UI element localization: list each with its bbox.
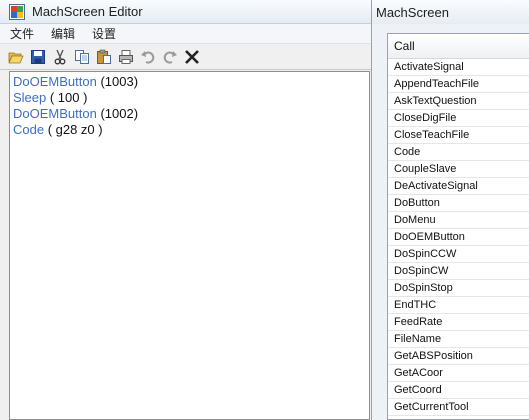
app-root: MachScreen Editor 文件 编辑 设置 DoOEMButton (… xyxy=(0,0,529,420)
code-line: DoOEMButton (1002) xyxy=(13,106,366,122)
call-list-item[interactable]: DoOEMButton xyxy=(388,229,529,246)
call-list-item[interactable]: CloseDigFile xyxy=(388,110,529,127)
call-list-item[interactable]: DoMenu xyxy=(388,212,529,229)
call-list-item[interactable]: DoSpinCW xyxy=(388,263,529,280)
call-list-item[interactable]: GetCoord xyxy=(388,382,529,399)
undo-button[interactable] xyxy=(139,48,157,66)
menu-edit[interactable]: 编辑 xyxy=(51,25,75,42)
call-list-item[interactable]: DoButton xyxy=(388,195,529,212)
call-list-item[interactable]: CloseTeachFile xyxy=(388,127,529,144)
call-column-header[interactable]: Call xyxy=(388,34,529,59)
save-icon xyxy=(31,49,45,64)
open-button[interactable] xyxy=(7,48,25,66)
code-keyword: DoOEMButton xyxy=(13,106,97,121)
call-list-item[interactable]: ActivateSignal xyxy=(388,59,529,76)
code-line: Code ( g28 z0 ) xyxy=(13,122,366,138)
open-icon xyxy=(8,52,24,63)
call-list-item[interactable]: AskTextQuestion xyxy=(388,93,529,110)
print-button[interactable] xyxy=(117,48,135,66)
editor-window: MachScreen Editor 文件 编辑 设置 DoOEMButton (… xyxy=(0,0,372,420)
copy-icon xyxy=(75,49,89,64)
code-keyword: DoOEMButton xyxy=(13,74,97,89)
redo-button[interactable] xyxy=(161,48,179,66)
call-list-item[interactable]: GetACoor xyxy=(388,365,529,382)
call-list-item[interactable]: EndTHC xyxy=(388,297,529,314)
menu-file[interactable]: 文件 xyxy=(10,25,34,42)
call-list[interactable]: Call ActivateSignal AppendTeachFile AskTex… xyxy=(387,33,529,420)
call-list-item[interactable]: DoSpinStop xyxy=(388,280,529,297)
call-list-item[interactable]: AppendTeachFile xyxy=(388,76,529,93)
call-list-item[interactable]: Code xyxy=(388,144,529,161)
code-keyword: Code xyxy=(13,122,45,137)
call-list-item[interactable]: GetABSPosition xyxy=(388,348,529,365)
code-args: ( 100 ) xyxy=(46,90,88,105)
cut-button[interactable] xyxy=(51,48,69,66)
code-args: ( g28 z0 ) xyxy=(44,122,103,137)
code-line: Sleep ( 100 ) xyxy=(13,90,366,106)
editor-title: MachScreen Editor xyxy=(32,4,143,19)
paste-icon xyxy=(97,49,111,64)
delete-icon xyxy=(185,49,199,64)
call-list-item[interactable]: CoupleSlave xyxy=(388,161,529,178)
code-args: (1002) xyxy=(96,106,139,121)
call-list-item[interactable]: DoSpinCCW xyxy=(388,246,529,263)
editor-title-bar[interactable]: MachScreen Editor xyxy=(0,0,371,24)
panel-title: MachScreen xyxy=(372,0,529,24)
call-rows: ActivateSignal AppendTeachFile AskTextQues… xyxy=(388,59,529,416)
toolbar xyxy=(0,44,371,70)
call-list-item[interactable]: FeedRate xyxy=(388,314,529,331)
save-button[interactable] xyxy=(29,48,47,66)
call-list-item[interactable]: FileName xyxy=(388,331,529,348)
call-list-item[interactable]: GetCurrentTool xyxy=(388,399,529,416)
code-args: (1003) xyxy=(96,74,139,89)
code-keyword: Sleep xyxy=(13,90,47,105)
menu-settings[interactable]: 设置 xyxy=(92,25,116,42)
copy-button[interactable] xyxy=(73,48,91,66)
print-icon xyxy=(119,49,133,64)
app-logo-icon xyxy=(9,3,25,20)
cut-icon xyxy=(54,49,66,64)
redo-icon xyxy=(163,50,177,64)
call-list-item[interactable]: DeActivateSignal xyxy=(388,178,529,195)
machscreen-panel: MachScreen Call ActivateSignal AppendTeac… xyxy=(372,0,529,420)
undo-icon xyxy=(141,50,155,64)
code-line: DoOEMButton (1003) xyxy=(13,74,366,90)
paste-button[interactable] xyxy=(95,48,113,66)
delete-button[interactable] xyxy=(183,48,201,66)
code-editor[interactable]: DoOEMButton (1003) Sleep ( 100 ) DoOEMBu… xyxy=(9,71,370,420)
menu-bar: 文件 编辑 设置 xyxy=(0,24,371,44)
